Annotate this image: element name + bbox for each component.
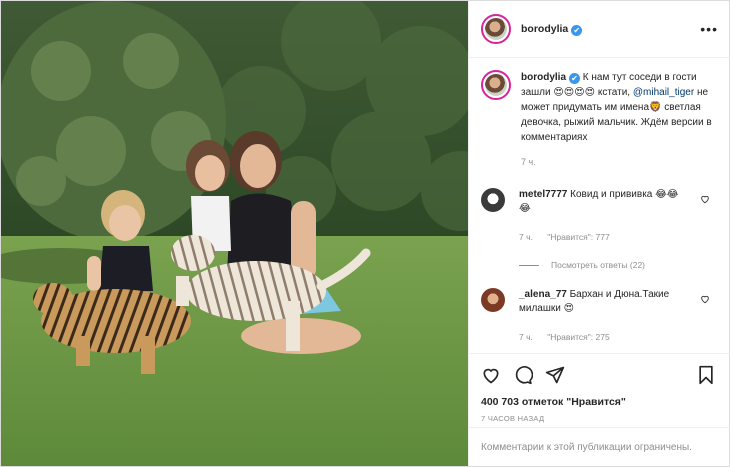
comment-avatar[interactable] <box>481 288 505 312</box>
author-username[interactable]: borodylia ✔ <box>521 23 583 36</box>
author-avatar[interactable] <box>481 14 511 44</box>
comment-like-heart-icon[interactable] <box>700 294 710 304</box>
caption-username[interactable]: borodylia <box>521 72 566 83</box>
comment-body: metel7777 Ковид и прививка 😂😂😂 7 ч. "Нра… <box>519 188 687 244</box>
comments-limited-notice: Комментарии к этой публикации ограничены… <box>469 427 730 466</box>
post-photo[interactable] <box>1 1 468 466</box>
comment-bubble-icon[interactable] <box>513 365 533 385</box>
comment-avatar[interactable] <box>481 188 505 212</box>
share-paper-plane-icon[interactable] <box>545 365 565 385</box>
comment-likes[interactable]: "Нравится": 275 <box>547 332 609 342</box>
post-actions: 400 703 отметок "Нравится" 7 ЧАСОВ НАЗАД <box>469 353 730 423</box>
verified-badge-icon: ✔ <box>571 24 583 36</box>
replies-divider <box>519 264 539 266</box>
post-caption: borodylia ✔ К нам тут соседи в гости зашл… <box>481 70 718 170</box>
likes-count[interactable]: 400 703 отметок "Нравится" <box>481 396 718 408</box>
action-icons <box>481 362 718 388</box>
view-replies-label[interactable]: Посмотреть ответы (22) <box>551 260 645 270</box>
comment-body: _alena_77 Бархан и Дюна.Такие милашки 😍 … <box>519 288 687 344</box>
bookmark-icon[interactable] <box>696 365 716 385</box>
more-horizontal-icon[interactable]: ••• <box>700 21 718 37</box>
view-replies[interactable]: Посмотреть ответы (22) <box>519 260 718 270</box>
caption-time[interactable]: 7 ч. <box>521 155 718 170</box>
comment-like-heart-icon[interactable] <box>700 194 710 204</box>
comment-meta: 7 ч. "Нравится": 777 <box>519 230 687 244</box>
comment-likes[interactable]: "Нравится": 777 <box>547 232 609 242</box>
like-heart-icon[interactable] <box>481 365 501 385</box>
post-sidebar: borodylia ✔ ••• borodylia ✔ К нам тут сосе… <box>468 1 730 466</box>
comment-meta: 7 ч. "Нравится": 275 <box>519 330 687 344</box>
comment-item: _alena_77 Бархан и Дюна.Такие милашки 😍 … <box>481 288 718 344</box>
comment-username[interactable]: metel7777 <box>519 189 567 200</box>
post-photo-illustration <box>1 1 468 466</box>
comment-username[interactable]: _alena_77 <box>519 289 567 300</box>
instagram-post: borodylia ✔ ••• borodylia ✔ К нам тут сосе… <box>0 0 730 467</box>
comment-time[interactable]: 7 ч. <box>519 332 533 342</box>
comments-list[interactable]: borodylia ✔ К нам тут соседи в гости зашл… <box>469 58 730 353</box>
caption-body: borodylia ✔ К нам тут соседи в гости зашл… <box>521 70 718 170</box>
posted-time[interactable]: 7 ЧАСОВ НАЗАД <box>481 414 718 423</box>
comment-time[interactable]: 7 ч. <box>519 232 533 242</box>
post-header: borodylia ✔ ••• <box>469 1 730 58</box>
caption-avatar[interactable] <box>481 70 511 100</box>
verified-badge-icon: ✔ <box>569 73 581 84</box>
comment-item: metel7777 Ковид и прививка 😂😂😂 7 ч. "Нра… <box>481 188 718 244</box>
caption-mention[interactable]: @mihail_tiger <box>633 87 694 98</box>
